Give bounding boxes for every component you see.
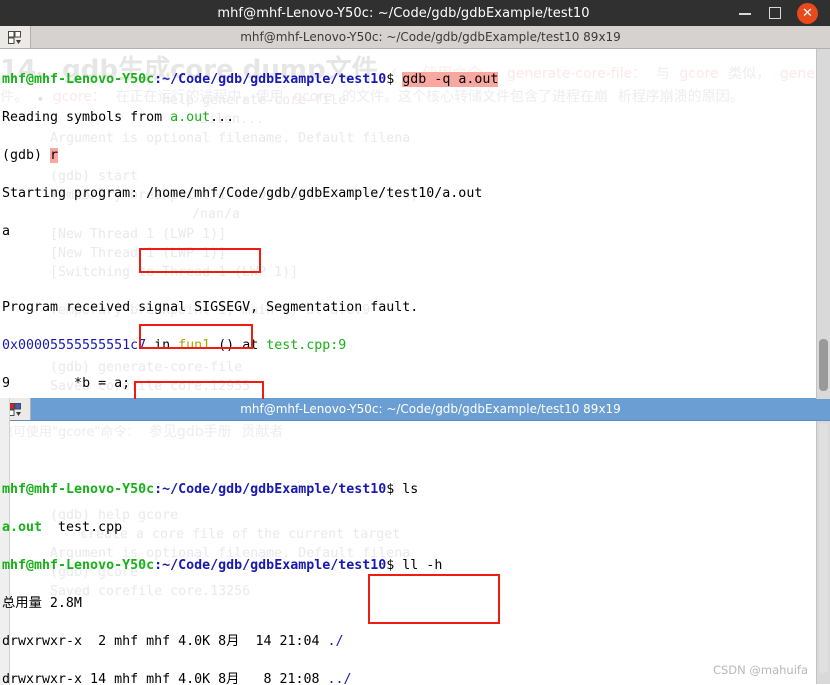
terminal-window-top: mhf@mhf-Lenovo-Y50c: ~/Code/gdb/gdbExamp… xyxy=(0,0,830,399)
terminal-line: mhf@mhf-Lenovo-Y50c:~/Code/gdb/gdbExampl… xyxy=(2,556,830,575)
prompt-user: mhf@mhf-Lenovo-Y50c xyxy=(2,482,155,497)
gdb-prompt: (gdb) xyxy=(2,148,51,163)
starting-program-line: Starting program: /home/mhf/Code/gdb/gdb… xyxy=(2,186,483,201)
command-ls: ls xyxy=(402,482,419,497)
terminal-line: (gdb) r xyxy=(2,146,830,165)
source-line-number: 9 xyxy=(2,376,11,391)
at-keyword: () at xyxy=(210,338,267,353)
terminal-line: mhf@mhf-Lenovo-Y50c:~/Code/gdb/gdbExampl… xyxy=(2,480,830,499)
terminal-line: Program received signal SIGSEGV, Segment… xyxy=(2,298,830,317)
crash-file: test.cpp:9 xyxy=(266,338,347,353)
command-run: r xyxy=(50,148,59,163)
ellipsis: ... xyxy=(210,110,235,125)
terminal-window-bottom: mhf@mhf-Lenovo-Y50c: ~/Code/gdb/gdbExamp… xyxy=(0,398,830,685)
table-row: drwxrwxr-x 14 mhf mhf 4.0K 8月 8 21:08 ..… xyxy=(2,670,830,684)
binary-name: a.out xyxy=(170,110,211,125)
maximize-button[interactable] xyxy=(767,5,783,21)
scrollbar-vertical-bottom[interactable] xyxy=(816,421,830,684)
row-1-text: drwxrwxr-x 14 mhf mhf 4.0K 8月 8 21:08 xyxy=(2,672,328,684)
csdn-watermark: CSDN @mahuifa xyxy=(712,663,808,677)
terminal-body-bottom[interactable]: 也可使用"gcore"命令： (gdb) help gcore create a… xyxy=(0,421,830,684)
ls-entry-aout: a.out xyxy=(2,520,43,535)
grid-icon xyxy=(8,402,22,416)
total-size-label: 总用量 2.8M xyxy=(2,596,82,611)
tabstrip-top: mhf@mhf-Lenovo-Y50c: ~/Code/gdb/gdbExamp… xyxy=(0,26,830,49)
window-controls: ✕ xyxy=(737,2,830,24)
terminal-line: 0x00005555555551c7 in fun1 () at test.cp… xyxy=(2,336,830,355)
crash-address: 0x00005555555551c7 xyxy=(2,338,147,353)
new-tab-button[interactable] xyxy=(0,26,31,48)
program-output-a: a xyxy=(2,224,11,239)
minimize-button[interactable] xyxy=(737,5,753,21)
scrollbar-thumb-top[interactable] xyxy=(819,339,828,391)
prompt-user: mhf@mhf-Lenovo-Y50c xyxy=(2,558,155,573)
command-ll: ll -h xyxy=(402,558,443,573)
prompt-symbol: $ xyxy=(386,558,403,573)
prompt-path: :~/Code/gdb/gdbExample/test10 xyxy=(154,558,387,573)
row-1-name: ../ xyxy=(327,672,352,684)
prompt-symbol: $ xyxy=(386,482,403,497)
grid-icon xyxy=(8,30,22,44)
command-gdb: gdb -q a.out xyxy=(402,72,499,87)
terminal-line: 总用量 2.8M xyxy=(2,594,830,613)
reading-symbols-label: Reading symbols from xyxy=(2,110,171,125)
prompt-symbol: $ xyxy=(386,72,403,87)
prompt-path: :~/Code/gdb/gdbExample/test10 xyxy=(154,72,387,87)
source-line-code: *b = a; xyxy=(10,376,131,391)
window-titlebar[interactable]: mhf@mhf-Lenovo-Y50c: ~/Code/gdb/gdbExamp… xyxy=(0,0,830,26)
terminal-line: mhf@mhf-Lenovo-Y50c:~/Code/gdb/gdbExampl… xyxy=(2,70,830,89)
window-title: mhf@mhf-Lenovo-Y50c: ~/Code/gdb/gdbExamp… xyxy=(217,5,590,21)
terminal-line: Starting program: /home/mhf/Code/gdb/gdb… xyxy=(2,184,830,203)
prompt-user: mhf@mhf-Lenovo-Y50c xyxy=(2,72,155,87)
ls-entry-testcpp: test.cpp xyxy=(42,520,123,535)
in-keyword: in xyxy=(146,338,179,353)
terminal-text-top: mhf@mhf-Lenovo-Y50c:~/Code/gdb/gdbExampl… xyxy=(0,49,830,399)
scrollbar-thumb-bottom[interactable] xyxy=(819,423,828,673)
terminal-line: 9 *b = a; xyxy=(2,374,830,393)
terminal-line: a xyxy=(2,222,830,241)
tab-bottom[interactable]: mhf@mhf-Lenovo-Y50c: ~/Code/gdb/gdbExamp… xyxy=(31,398,830,420)
crash-function: fun1 xyxy=(178,338,211,353)
terminal-line: a.out test.cpp xyxy=(2,518,830,537)
terminal-text-bottom: mhf@mhf-Lenovo-Y50c:~/Code/gdb/gdbExampl… xyxy=(0,421,830,684)
table-row: drwxrwxr-x 2 mhf mhf 4.0K 8月 14 21:04 ./ xyxy=(2,632,830,651)
prompt-path: :~/Code/gdb/gdbExample/test10 xyxy=(154,482,387,497)
close-icon[interactable]: ✕ xyxy=(797,2,818,24)
scrollbar-vertical-top[interactable] xyxy=(816,49,830,399)
tab-top[interactable]: mhf@mhf-Lenovo-Y50c: ~/Code/gdb/gdbExamp… xyxy=(31,26,830,48)
row-0-name: ./ xyxy=(327,634,344,649)
sigsegv-message: Program received signal SIGSEGV, Segment… xyxy=(2,300,419,315)
terminal-body-top[interactable]: 14、gdb生成core dump文件 ✓ help generate-core… xyxy=(0,49,830,399)
row-0-text: drwxrwxr-x 2 mhf mhf 4.0K 8月 14 21:04 xyxy=(2,634,328,649)
tabstrip-bottom: mhf@mhf-Lenovo-Y50c: ~/Code/gdb/gdbExamp… xyxy=(0,398,830,421)
terminal-line: Reading symbols from a.out... xyxy=(2,108,830,127)
